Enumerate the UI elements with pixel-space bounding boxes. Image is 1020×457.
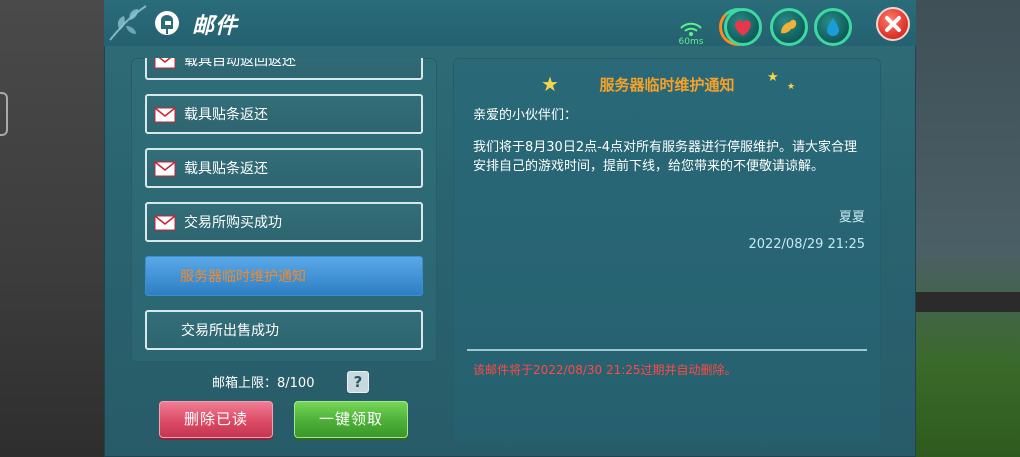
mail-list-item[interactable]: 载具贴条返还 <box>145 94 423 134</box>
window-title: 邮件 <box>192 14 239 39</box>
mail-list-item[interactable]: 交易所出售成功 <box>145 310 423 350</box>
network-signal: 60ms <box>674 20 708 48</box>
water-status[interactable] <box>814 8 852 46</box>
close-button[interactable] <box>876 7 910 41</box>
ping-text: 60ms <box>678 37 704 47</box>
mail-panel: 邮件 60ms 载具自动返回返还 载具贴条返还 载具贴条返还 交易所购买成功 服… <box>104 0 916 457</box>
envelope-icon <box>154 215 176 231</box>
mail-list-item[interactable]: 载具自动返回返还 <box>145 58 423 80</box>
mail-body: 我们将于8月30日2点-4点对所有服务器进行停服维护。请大家合理安排自己的游戏时… <box>473 140 858 174</box>
envelope-icon <box>154 107 176 123</box>
title-bar: 邮件 60ms <box>104 0 916 48</box>
star-decoration-icon: ★ <box>767 70 779 85</box>
mailbox-capacity: 邮箱上限：8/100 <box>212 376 315 391</box>
close-icon <box>885 16 901 32</box>
delete-read-button[interactable]: 删除已读 <box>159 401 273 438</box>
mail-detail-panel: ★ 服务器临时维护通知 ★ ★ 亲爱的小伙伴们： 我们将于8月30日2点-4点对… <box>453 58 881 444</box>
health-status[interactable] <box>724 8 762 46</box>
mail-item-label: 载具贴条返还 <box>184 161 268 177</box>
envelope-icon <box>154 161 176 177</box>
mail-item-label: 载具贴条返还 <box>184 107 268 123</box>
mail-date: 2022/08/29 21:25 <box>748 237 865 252</box>
mail-title: 服务器临时维护通知 <box>599 76 735 94</box>
strength-status[interactable] <box>770 8 808 46</box>
envelope-icon <box>154 58 176 69</box>
left-scenery <box>0 0 104 457</box>
mail-greeting: 亲爱的小伙伴们： <box>473 108 578 123</box>
mail-item-label: 服务器临时维护通知 <box>180 269 306 285</box>
divider <box>467 349 867 351</box>
side-handle <box>0 92 8 136</box>
expire-notice: 该邮件将于2022/08/30 21:25过期并自动删除。 <box>473 363 737 377</box>
help-button[interactable]: ? <box>347 371 369 393</box>
mail-list-item[interactable]: 交易所购买成功 <box>145 202 423 242</box>
mail-item-label: 交易所购买成功 <box>184 215 282 231</box>
mail-list-item[interactable]: 载具贴条返还 <box>145 148 423 188</box>
mail-list-item-selected[interactable]: 服务器临时维护通知 <box>145 256 423 296</box>
heart-icon <box>735 20 751 36</box>
mail-signature: 夏夏 <box>838 210 865 225</box>
mail-box-icon <box>155 11 179 35</box>
star-decoration-icon: ★ <box>787 82 796 92</box>
wifi-signal-icon <box>680 22 702 36</box>
muscle-arm-icon <box>781 19 797 34</box>
collect-all-button[interactable]: 一键领取 <box>294 401 408 438</box>
water-drop-icon <box>827 18 839 36</box>
mail-list[interactable]: 载具自动返回返还 载具贴条返还 载具贴条返还 交易所购买成功 服务器临时维护通知 <box>131 58 437 362</box>
mail-item-label: 载具自动返回返还 <box>184 58 296 69</box>
leaf-decoration-icon <box>109 5 147 41</box>
mail-item-label: 交易所出售成功 <box>181 323 279 339</box>
